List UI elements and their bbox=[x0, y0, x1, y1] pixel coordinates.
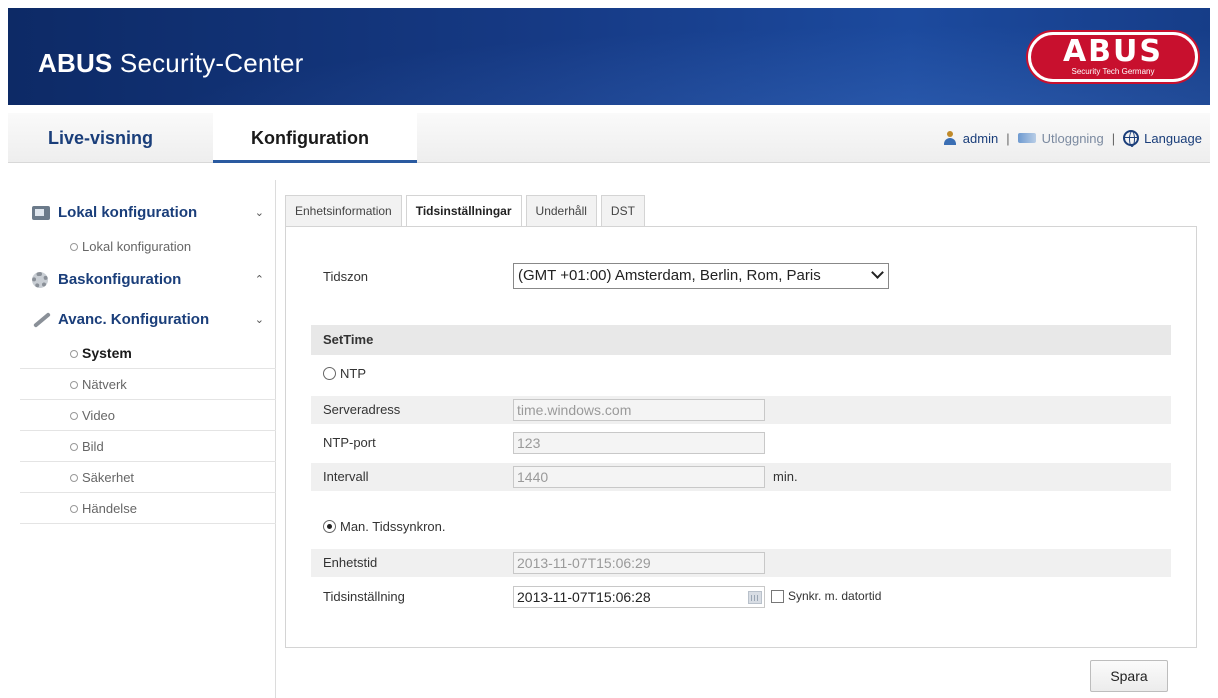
sync-with-computer-checkbox[interactable]: Synkr. m. datortid bbox=[771, 589, 881, 603]
interval-input[interactable]: 1440 bbox=[513, 466, 765, 488]
interval-label: Intervall bbox=[323, 469, 369, 484]
globe-icon[interactable] bbox=[1123, 130, 1140, 147]
sidebar-section-label: Lokal konfiguration bbox=[58, 204, 198, 221]
device-time-row: Enhetstid 2013-11-07T15:06:29 bbox=[311, 549, 1171, 577]
server-address-label: Serveradress bbox=[323, 402, 401, 417]
manual-sync-label: Man. Tidssynkron. bbox=[340, 519, 446, 534]
user-name[interactable]: admin bbox=[963, 131, 998, 146]
gear-icon bbox=[32, 272, 48, 288]
user-icon bbox=[943, 131, 957, 145]
header-banner: ABUS Security-Center ABUS Security Tech … bbox=[8, 8, 1210, 105]
sync-with-computer-label: Synkr. m. datortid bbox=[788, 589, 882, 603]
device-time-label: Enhetstid bbox=[323, 555, 378, 570]
sidebar: Lokal konfiguration ⌄ Lokal konfiguratio… bbox=[20, 195, 276, 524]
interval-row: Intervall 1440 min. bbox=[311, 463, 1171, 491]
sidebar-section-advanced-config[interactable]: Avanc. Konfiguration ⌄ bbox=[20, 302, 276, 338]
sidebar-item-local-config[interactable]: Lokal konfiguration bbox=[20, 231, 276, 262]
tab-dst[interactable]: DST bbox=[600, 195, 645, 226]
nav-tab-live-view[interactable]: Live-visning bbox=[48, 113, 153, 163]
user-menu: admin | Utloggning | Language bbox=[943, 130, 1202, 147]
sidebar-section-basic-config[interactable]: Baskonfiguration ⌃ bbox=[20, 262, 276, 298]
separator: | bbox=[1111, 130, 1116, 146]
save-button[interactable]: Spara bbox=[1090, 660, 1168, 692]
settings-tabs: Enhetsinformation Tidsinställningar Unde… bbox=[285, 195, 649, 228]
interval-unit: min. bbox=[773, 469, 798, 484]
app-title: ABUS Security-Center bbox=[38, 48, 304, 78]
device-time-input: 2013-11-07T15:06:29 bbox=[513, 552, 765, 574]
separator: | bbox=[1006, 130, 1010, 146]
logo-tagline: Security Tech Germany bbox=[1071, 67, 1155, 76]
radio-button[interactable] bbox=[323, 367, 336, 380]
radio-button[interactable] bbox=[323, 520, 336, 533]
server-address-row: Serveradress time.windows.com bbox=[311, 396, 1171, 424]
time-settings-panel: Tidszon (GMT +01:00) Amsterdam, Berlin, … bbox=[285, 226, 1197, 648]
language-link[interactable]: Language bbox=[1144, 131, 1202, 146]
set-time-label: Tidsinställning bbox=[323, 589, 405, 604]
timezone-row: Tidszon (GMT +01:00) Amsterdam, Berlin, … bbox=[311, 263, 1171, 291]
set-time-row: Tidsinställning 2013-11-07T15:06:28 Synk… bbox=[311, 583, 1171, 611]
timezone-label: Tidszon bbox=[323, 269, 369, 284]
ntp-label: NTP bbox=[340, 366, 366, 381]
abus-logo: ABUS Security Tech Germany bbox=[1028, 32, 1198, 82]
ntp-port-input[interactable]: 123 bbox=[513, 432, 765, 454]
server-address-input[interactable]: time.windows.com bbox=[513, 399, 765, 421]
monitor-icon bbox=[32, 206, 50, 220]
ntp-radio[interactable]: NTP bbox=[323, 366, 366, 381]
manual-sync-radio[interactable]: Man. Tidssynkron. bbox=[323, 519, 446, 534]
timezone-select[interactable]: (GMT +01:00) Amsterdam, Berlin, Rom, Par… bbox=[513, 263, 889, 289]
tab-time-settings[interactable]: Tidsinställningar bbox=[405, 195, 522, 228]
sidebar-section-label: Baskonfiguration bbox=[58, 271, 182, 288]
sidebar-item-video[interactable]: Video bbox=[20, 400, 276, 431]
calendar-icon[interactable] bbox=[748, 591, 762, 604]
sidebar-item-network[interactable]: Nätverk bbox=[20, 369, 276, 400]
sidebar-section-label: Avanc. Konfiguration bbox=[58, 311, 210, 328]
tab-maintenance[interactable]: Underhåll bbox=[525, 195, 597, 226]
logout-icon[interactable] bbox=[1017, 133, 1036, 143]
chevron-down-icon[interactable]: ⌄ bbox=[255, 195, 264, 231]
ntp-port-label: NTP-port bbox=[323, 435, 376, 450]
set-time-input[interactable]: 2013-11-07T15:06:28 bbox=[513, 586, 765, 608]
chevron-down-icon[interactable]: ⌄ bbox=[255, 302, 264, 338]
set-time-value: 2013-11-07T15:06:28 bbox=[517, 589, 651, 605]
chevron-down-icon bbox=[871, 266, 884, 279]
sidebar-section-local-config[interactable]: Lokal konfiguration ⌄ bbox=[20, 195, 276, 231]
wrench-icon bbox=[33, 312, 51, 328]
sidebar-item-event[interactable]: Händelse bbox=[20, 493, 276, 524]
logo-word: ABUS bbox=[1062, 34, 1164, 69]
checkbox-box[interactable] bbox=[771, 589, 784, 603]
tab-device-info[interactable]: Enhetsinformation bbox=[285, 195, 402, 226]
nav-tab-configuration[interactable]: Konfiguration bbox=[213, 113, 417, 163]
chevron-up-icon[interactable]: ⌃ bbox=[255, 262, 264, 298]
timezone-value: (GMT +01:00) Amsterdam, Berlin, Rom, Par… bbox=[518, 267, 821, 284]
section-title-settime: SetTime bbox=[311, 325, 1171, 355]
logout-link[interactable]: Utloggning bbox=[1042, 131, 1104, 146]
sidebar-item-security[interactable]: Säkerhet bbox=[20, 462, 276, 493]
sidebar-item-image[interactable]: Bild bbox=[20, 431, 276, 462]
ntp-port-row: NTP-port 123 bbox=[311, 429, 1171, 457]
main-nav: Live-visning Konfiguration admin | Utlog… bbox=[8, 113, 1210, 163]
sidebar-item-system[interactable]: System bbox=[20, 338, 276, 369]
